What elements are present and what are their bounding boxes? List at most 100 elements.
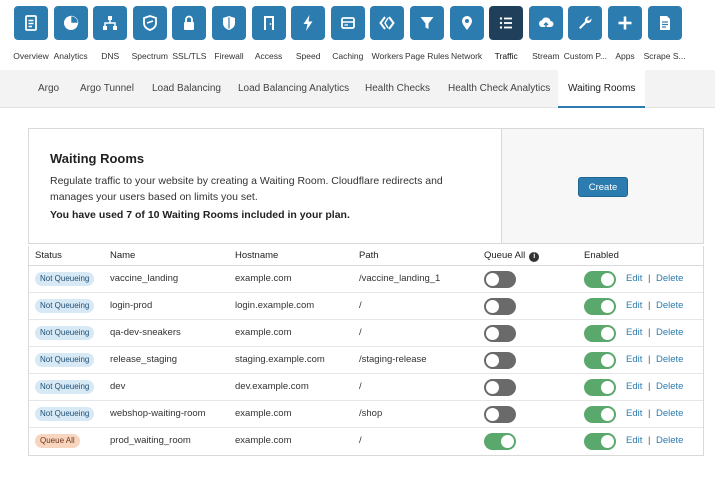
enabled-toggle[interactable] <box>584 325 616 342</box>
lightning-icon <box>291 6 326 40</box>
pie-chart-icon <box>53 6 88 40</box>
tab-load-balancing-analytics[interactable]: Load Balancing Analytics <box>228 70 359 108</box>
enabled-toggle[interactable] <box>584 352 616 369</box>
document-icon <box>14 6 48 40</box>
link-separator: | <box>648 381 651 392</box>
delete-link[interactable]: Delete <box>656 320 683 346</box>
workers-chevrons-icon <box>370 6 405 40</box>
edit-link[interactable]: Edit <box>626 374 642 400</box>
enabled-toggle[interactable] <box>584 379 616 396</box>
waiting-rooms-table: Status Name Hostname Path Queue All i Ena… <box>28 246 704 456</box>
link-separator: | <box>648 273 651 284</box>
toggle-knob <box>601 300 614 313</box>
room-name: vaccine_landing <box>110 273 179 284</box>
header-enabled: Enabled <box>584 250 619 261</box>
room-path: / <box>359 381 362 392</box>
toggle-knob <box>601 435 614 448</box>
enabled-toggle[interactable] <box>584 433 616 450</box>
room-path: / <box>359 435 362 446</box>
shield-spectrum-icon <box>132 6 167 40</box>
header-name: Name <box>110 250 136 261</box>
enabled-toggle[interactable] <box>584 298 616 315</box>
toggle-knob <box>601 273 614 286</box>
card-title: Waiting Rooms <box>50 151 145 166</box>
edit-link[interactable]: Edit <box>626 401 642 427</box>
delete-link[interactable]: Delete <box>656 374 683 400</box>
toggle-knob <box>601 327 614 340</box>
toggle-knob <box>486 354 499 367</box>
queue-all-toggle[interactable] <box>484 406 516 423</box>
queue-all-toggle[interactable] <box>484 433 516 450</box>
tab-health-check-analytics[interactable]: Health Check Analytics <box>438 70 560 108</box>
queue-all-toggle[interactable] <box>484 379 516 396</box>
status-badge: Not Queueing <box>35 272 95 286</box>
location-pin-icon <box>449 6 484 40</box>
link-separator: | <box>648 327 651 338</box>
file-text-icon <box>647 6 682 40</box>
queue-all-toggle[interactable] <box>484 325 516 342</box>
delete-link[interactable]: Delete <box>656 428 683 454</box>
table-row: Not Queueing vaccine_landing example.com/v… <box>29 266 703 293</box>
header-queue-all-label: Queue All <box>484 250 526 261</box>
status-badge: Not Queueing <box>35 407 95 421</box>
delete-link[interactable]: Delete <box>656 401 683 427</box>
toggle-knob <box>486 300 499 313</box>
tab-argo[interactable]: Argo <box>28 70 69 108</box>
link-separator: | <box>648 435 651 446</box>
funnel-icon <box>410 6 444 40</box>
queue-all-toggle[interactable] <box>484 352 516 369</box>
room-name: release_staging <box>110 354 178 365</box>
wrench-icon <box>568 6 603 40</box>
room-name: dev <box>110 381 126 392</box>
edit-link[interactable]: Edit <box>626 428 642 454</box>
enabled-toggle[interactable] <box>584 406 616 423</box>
toggle-knob <box>486 327 499 340</box>
room-path: / <box>359 327 362 338</box>
door-icon <box>251 6 286 40</box>
link-separator: | <box>648 408 651 419</box>
room-hostname: dev.example.com <box>235 381 309 392</box>
room-name: webshop-waiting-room <box>110 408 206 419</box>
status-badge: Queue All <box>35 434 80 448</box>
toggle-knob <box>601 408 614 421</box>
tab-load-balancing[interactable]: Load Balancing <box>142 70 231 108</box>
edit-link[interactable]: Edit <box>626 266 642 292</box>
info-icon[interactable]: i <box>529 252 540 262</box>
room-name: login-prod <box>110 300 153 311</box>
plus-icon <box>608 6 642 40</box>
delete-link[interactable]: Delete <box>656 293 683 319</box>
edit-link[interactable]: Edit <box>626 293 642 319</box>
room-path: /shop <box>359 408 383 419</box>
top-navigation: Overview Analytics DNS Spectrum SSL/TLS Firew… <box>0 0 715 70</box>
delete-link[interactable]: Delete <box>656 347 683 373</box>
waiting-rooms-card: Waiting Rooms Regulate traffic to your w… <box>28 128 704 244</box>
table-header: Status Name Hostname Path Queue All i Ena… <box>29 246 703 266</box>
room-hostname: staging.example.com <box>235 354 325 365</box>
tab-argo-tunnel[interactable]: Argo Tunnel <box>70 70 144 108</box>
queue-all-toggle[interactable] <box>484 271 516 288</box>
create-button[interactable]: Create <box>578 177 628 197</box>
room-hostname: example.com <box>235 408 292 419</box>
status-badge: Not Queueing <box>35 326 95 340</box>
queue-all-toggle[interactable] <box>484 298 516 315</box>
tab-waiting-rooms[interactable]: Waiting Rooms <box>558 70 646 108</box>
room-name: qa-dev-sneakers <box>110 327 181 338</box>
delete-link[interactable]: Delete <box>656 266 683 292</box>
status-badge: Not Queueing <box>35 380 95 394</box>
enabled-toggle[interactable] <box>584 271 616 288</box>
status-badge: Not Queueing <box>35 299 95 313</box>
link-separator: | <box>648 354 651 365</box>
room-path: /vaccine_landing_1 <box>359 273 441 284</box>
tab-health-checks[interactable]: Health Checks <box>355 70 440 108</box>
nav-item-scrape-s[interactable]: Scrape S... <box>643 0 687 70</box>
edit-link[interactable]: Edit <box>626 347 642 373</box>
table-row: Not Queueing dev dev.example.com / Edit | Dele… <box>29 374 703 401</box>
room-hostname: example.com <box>235 327 292 338</box>
table-row: Not Queueing webshop-waiting-room example.… <box>29 401 703 428</box>
toggle-knob <box>486 273 499 286</box>
toggle-knob <box>486 381 499 394</box>
table-row: Not Queueing qa-dev-sneakers example.com / E… <box>29 320 703 347</box>
server-card-icon <box>330 6 365 40</box>
toggle-knob <box>501 435 514 448</box>
edit-link[interactable]: Edit <box>626 320 642 346</box>
